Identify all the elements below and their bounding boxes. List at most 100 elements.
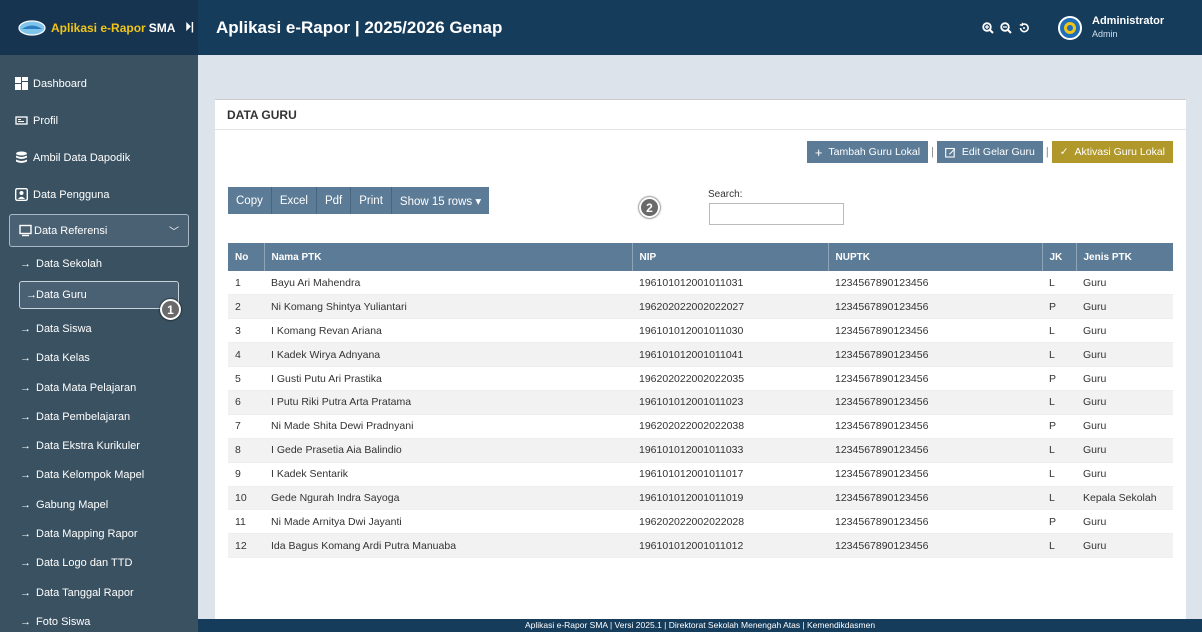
table-cell: Ni Komang Shintya Yuliantari	[264, 294, 632, 320]
sidebar-item-data-pembelajaran[interactable]: → Data Pembelajaran	[0, 402, 198, 431]
sidebar-item-data-ekstra-kurikuler[interactable]: → Data Ekstra Kurikuler	[0, 431, 198, 460]
table-cell: P	[1042, 294, 1076, 320]
column-header[interactable]: No	[228, 243, 265, 271]
column-header[interactable]: Jenis PTK	[1076, 243, 1173, 271]
table-cell: I Gede Prasetia Aia Balindio	[264, 438, 632, 463]
table-cell: Guru	[1076, 366, 1173, 391]
table-row[interactable]: 4I Kadek Wirya Adnyana 196101012001011041…	[228, 342, 1173, 368]
sidebar-item-data-kelas[interactable]: → Data Kelas	[0, 344, 198, 373]
table-cell: I Gusti Putu Ari Prastika	[264, 366, 632, 391]
table-cell: Guru	[1076, 414, 1173, 439]
table-row[interactable]: 11 Ni Made Arnitya Dwi Jayanti 19620202200…	[228, 509, 1173, 535]
edit-gelar-guru-button[interactable]: Edit Gelar Guru	[936, 141, 1043, 163]
table-cell: 9	[228, 462, 264, 487]
main-content: DATA GURU + Tambah Guru Lokal | Edit Gel…	[198, 55, 1202, 629]
table-row[interactable]: 3I Komang Revan Ariana 196101012001011030…	[228, 318, 1173, 344]
table-cell: 2	[228, 294, 264, 320]
column-header[interactable]: JK	[1042, 243, 1077, 271]
print-button[interactable]: Print	[351, 187, 392, 214]
zoom-in-icon[interactable]	[982, 21, 994, 34]
tambah-guru-lokal-button[interactable]: + Tambah Guru Lokal	[806, 141, 929, 163]
table-cell: 8	[228, 438, 264, 463]
table-cell: 196101012001011019	[632, 486, 828, 511]
page-length-button[interactable]: Show 15 rows ▾	[391, 187, 490, 214]
table-cell: 1234567890123456	[828, 342, 1042, 368]
sidebar-item-data-pengguna[interactable]: Data Pengguna	[0, 176, 198, 213]
sidebar-item-data-tanggal-rapor[interactable]: → Data Tanggal Rapor	[0, 578, 198, 607]
table-row[interactable]: 10 Gede Ngurah Indra Sayoga 19610101200101…	[228, 486, 1173, 511]
table-cell: 196202022002022035	[632, 366, 828, 391]
table-row[interactable]: 9I Kadek Sentarik 196101012001011017 12345…	[228, 462, 1173, 487]
table-cell: L	[1042, 318, 1076, 344]
footer: Aplikasi e-Rapor SMA | Versi 2025.1 | Di…	[198, 619, 1202, 632]
edit-icon	[945, 147, 956, 158]
arrow-right-icon: →	[20, 615, 31, 628]
table-cell: Guru	[1076, 533, 1173, 559]
user-menu[interactable]: Administrator Admin	[1052, 0, 1202, 55]
aktivasi-guru-lokal-button[interactable]: ✓ Aktivasi Guru Lokal	[1051, 141, 1173, 163]
arrow-right-icon: →	[26, 289, 37, 302]
table-cell: P	[1042, 509, 1076, 535]
arrow-right-icon: →	[20, 586, 31, 599]
sidebar-item-foto-siswa[interactable]: → Foto Siswa	[0, 607, 198, 632]
sidebar-item-label: Foto Siswa	[36, 615, 91, 628]
sidebar-item-label: Data Ekstra Kurikuler	[36, 440, 140, 453]
search-input[interactable]	[709, 203, 844, 225]
zoom-out-icon[interactable]	[1000, 21, 1012, 34]
marker-1: 1	[160, 299, 181, 320]
sidebar-item-label: Data Logo dan TTD	[36, 557, 133, 570]
sidebar-item-label: Data Pembelajaran	[36, 410, 131, 423]
sidebar-item-data-logo-dan-ttd[interactable]: → Data Logo dan TTD	[0, 549, 198, 578]
sidebar-item-data-guru[interactable]: → Data Guru	[19, 281, 179, 310]
table-cell: 196101012001011033	[632, 438, 828, 463]
sidebar-item-data-mapping-rapor[interactable]: → Data Mapping Rapor	[0, 519, 198, 548]
pdf-button[interactable]: Pdf	[316, 187, 352, 214]
column-header[interactable]: NIP	[632, 243, 829, 271]
top-bar: Aplikasi e-Rapor SMA ⏵| Aplikasi e-Rapor …	[0, 0, 1202, 55]
table-row[interactable]: 5I Gusti Putu Ari Prastika 19620202200202…	[228, 366, 1173, 391]
sidebar-toggle-icon[interactable]: ⏵|	[185, 21, 194, 34]
table-cell: Kepala Sekolah	[1076, 486, 1173, 511]
emblem-icon	[1064, 21, 1076, 34]
table-cell: I Kadek Sentarik	[264, 462, 632, 487]
sidebar-item-label: Data Mapping Rapor	[36, 528, 138, 541]
brand-name: Aplikasi e-Rapor	[51, 20, 146, 35]
table-cell: Gede Ngurah Indra Sayoga	[264, 486, 632, 511]
table-row[interactable]: 2 Ni Komang Shintya Yuliantari 19620202200…	[228, 294, 1173, 320]
table-cell: L	[1042, 390, 1076, 415]
table-cell: 196101012001011017	[632, 462, 828, 487]
excel-button[interactable]: Excel	[271, 187, 317, 214]
sidebar-item-dashboard[interactable]: Dashboard	[0, 65, 198, 102]
column-header[interactable]: NUPTK	[828, 243, 1043, 271]
table-cell: 196101012001011030	[632, 318, 828, 344]
table-cell: 1234567890123456	[828, 294, 1042, 320]
sidebar-item-profil[interactable]: Profil	[0, 102, 198, 139]
table-cell: Guru	[1076, 438, 1173, 463]
table-cell: 1234567890123456	[828, 462, 1042, 487]
avatar	[1058, 15, 1082, 40]
sidebar-item-data-kelompok-mapel[interactable]: → Data Kelompok Mapel	[0, 461, 198, 490]
sidebar-item-gabung-mapel[interactable]: → Gabung Mapel	[0, 490, 198, 519]
sidebar-item-data-mata-pelajaran[interactable]: → Data Mata Pelajaran	[0, 373, 198, 402]
table-row[interactable]: 1 Bayu Ari Mahendra 196101012001011031 1234…	[228, 271, 1173, 296]
sidebar-item-ambil-data-dapodik[interactable]: Ambil Data Dapodik	[0, 139, 198, 176]
table-cell: P	[1042, 366, 1076, 391]
table-cell: 1234567890123456	[828, 366, 1042, 391]
column-header[interactable]: Nama PTK	[264, 243, 633, 271]
table-cell: 196202022002022027	[632, 294, 828, 320]
table-row[interactable]: 7 Ni Made Shita Dewi Pradnyani 19620202200…	[228, 414, 1173, 439]
sidebar-item-data-sekolah[interactable]: → Data Sekolah	[0, 249, 198, 278]
marker-2: 2	[639, 197, 660, 218]
table-row[interactable]: 8I Gede Prasetia Aia Balindio 19610101200…	[228, 438, 1173, 463]
table-cell: Bayu Ari Mahendra	[264, 271, 632, 296]
sidebar-group-data-referensi[interactable]: Data Referensi ﹀	[9, 214, 189, 247]
copy-button[interactable]: Copy	[228, 187, 272, 214]
brand[interactable]: Aplikasi e-Rapor SMA ⏵|	[0, 0, 198, 55]
table-row[interactable]: 6I Putu Riki Putra Arta Pratama 196101012…	[228, 390, 1173, 415]
sidebar-item-label: Ambil Data Dapodik	[33, 151, 131, 164]
user-role: Admin	[1092, 29, 1118, 39]
arrow-right-icon: →	[20, 469, 31, 482]
table-row[interactable]: 12 Ida Bagus Komang Ardi Putra Manuaba 196…	[228, 533, 1173, 559]
table-cell: L	[1042, 533, 1076, 559]
reset-zoom-icon[interactable]	[1018, 22, 1030, 34]
